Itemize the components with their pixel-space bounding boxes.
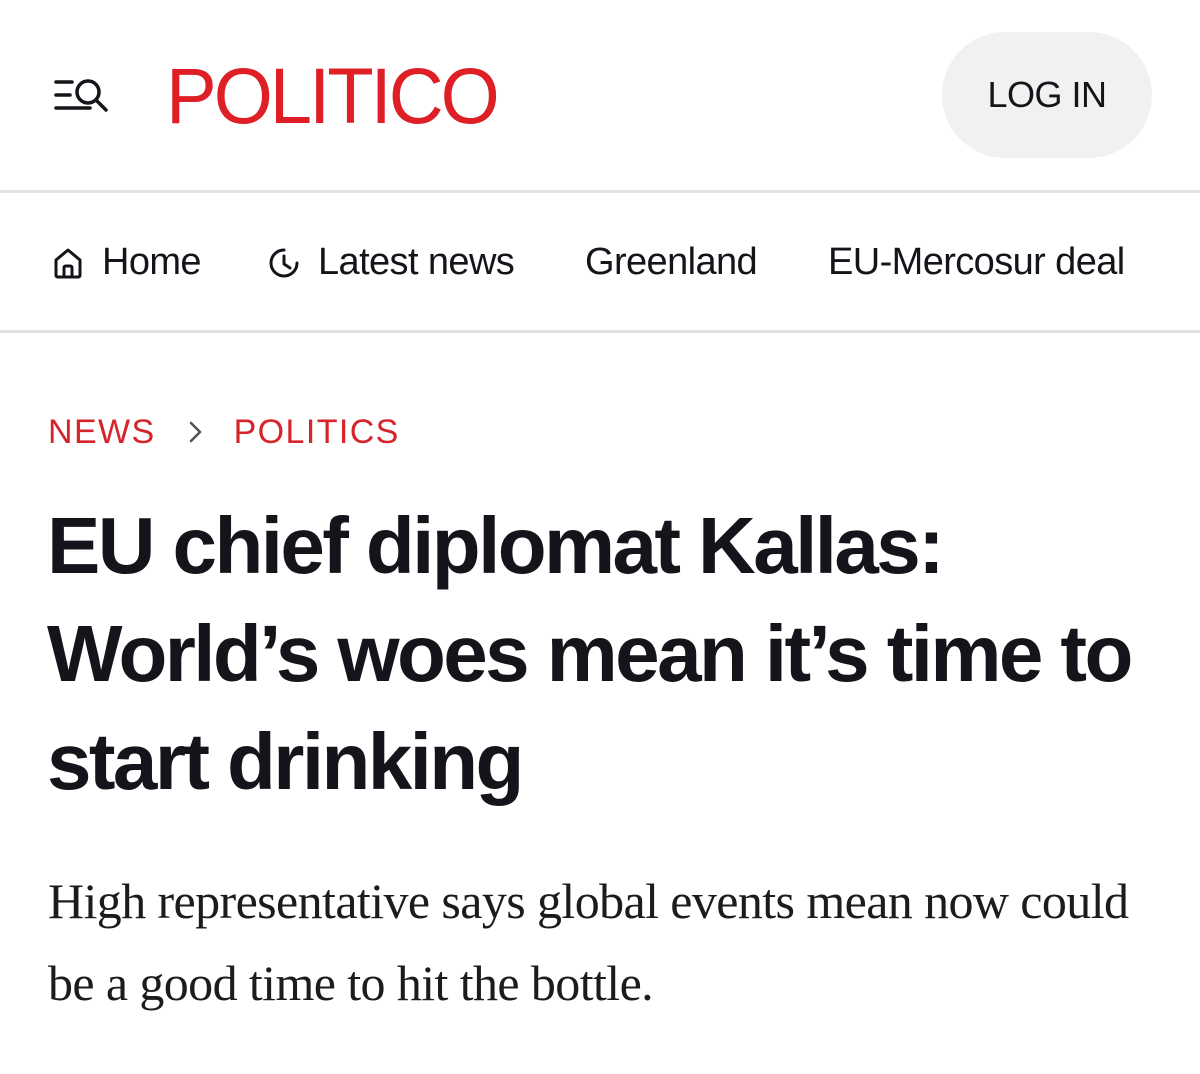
nav-item-home[interactable]: Home [50, 195, 202, 330]
section-nav: Home Latest news Greenland EU-Mercosur d… [0, 195, 1200, 330]
nav-item-latest-news[interactable]: Latest news [266, 195, 515, 330]
nav-item-label: EU-Mercosur deal [828, 241, 1125, 283]
menu-search-button[interactable] [50, 72, 116, 122]
politico-logo[interactable]: POLITICO [166, 50, 500, 144]
page: POLITICO LOG IN Home Latest news Greenla… [0, 0, 1200, 1074]
breadcrumb: NEWS POLITICS [48, 408, 400, 456]
clock-icon [269, 248, 299, 277]
nav-item-eu-mercosur-deal[interactable]: EU-Mercosur deal [828, 195, 1125, 330]
chevron-right-icon [188, 419, 204, 445]
menu-search-icon [54, 79, 108, 112]
breadcrumb-politics[interactable]: POLITICS [234, 413, 400, 452]
breadcrumb-news[interactable]: NEWS [48, 413, 156, 452]
site-header: POLITICO LOG IN [0, 0, 1200, 192]
nav-item-label: Latest news [318, 241, 515, 283]
nav-item-greenland[interactable]: Greenland [585, 195, 758, 330]
article-headline: EU chief diplomat Kallas: World’s woes m… [47, 501, 1133, 806]
nav-divider [0, 330, 1200, 333]
nav-item-label: Home [102, 241, 202, 283]
article-subhead: High representative says global events m… [48, 873, 1129, 1011]
nav-item-label: Greenland [585, 241, 758, 283]
home-icon [54, 248, 82, 278]
login-button[interactable]: LOG IN [942, 32, 1152, 158]
header-divider [0, 190, 1200, 193]
